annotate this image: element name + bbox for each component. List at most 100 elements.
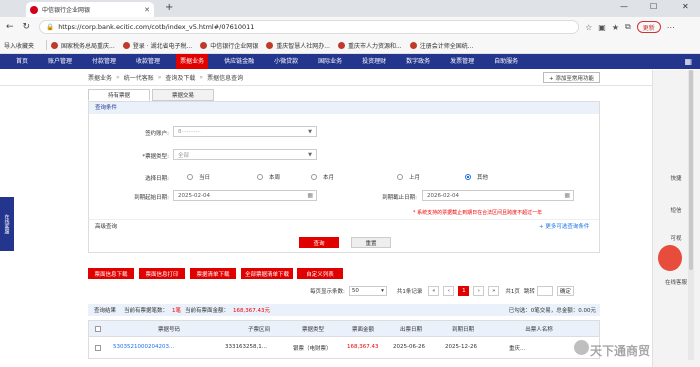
sms-link[interactable]: 短信 xyxy=(665,206,687,214)
minimize-icon[interactable]: — xyxy=(620,2,628,11)
radio-today[interactable]: 当日 xyxy=(187,173,210,181)
radio-circle xyxy=(187,174,193,180)
custom-list-button[interactable]: 自定义列表 xyxy=(297,268,343,279)
new-tab-icon[interactable]: + xyxy=(165,2,173,13)
nav-item-loans[interactable]: 小微贷款 xyxy=(270,54,302,69)
select-all-checkbox[interactable] xyxy=(95,326,101,332)
maximize-icon[interactable]: ☐ xyxy=(650,2,657,11)
browser-tab[interactable]: 中信银行企业网银 ✕ xyxy=(26,2,154,17)
service-link[interactable]: 在线客服 xyxy=(665,278,687,286)
total-pages: 共1页 xyxy=(505,289,520,295)
update-button[interactable]: 更新 xyxy=(636,21,661,33)
grid-menu-icon[interactable]: ▦ xyxy=(684,57,692,66)
type-select[interactable]: 全部 ▼ xyxy=(173,149,317,160)
mascot-icon[interactable] xyxy=(658,245,682,271)
col-bill-type[interactable]: 票据类型 xyxy=(289,325,337,333)
scrollbar-thumb[interactable] xyxy=(689,70,693,270)
bill-no-link[interactable]: 5303521000204203... xyxy=(113,344,174,350)
radio-week[interactable]: 本周 xyxy=(257,173,280,181)
bookmark-item[interactable]: 国家税务总局重庆... xyxy=(51,41,115,50)
nav-item-supply-chain[interactable]: 供应链金融 xyxy=(220,54,258,69)
add-shortcut-button[interactable]: + 添加至常用功能 xyxy=(543,72,600,83)
start-date-input[interactable]: 2025-02-04 ▦ xyxy=(173,190,317,201)
nav-item-accounts[interactable]: 账户管理 xyxy=(44,54,76,69)
start-date-value: 2025-02-04 xyxy=(178,192,210,199)
reset-button[interactable]: 重置 xyxy=(351,237,391,248)
col-issue-date[interactable]: 出票日期 xyxy=(389,325,433,333)
star-icon[interactable]: ☆ xyxy=(585,23,592,32)
first-page-button[interactable]: « xyxy=(428,286,440,296)
selected-summary: 已勾选：0笔交易，总金额：0.00元 xyxy=(508,308,596,314)
radio-other[interactable]: 其他 xyxy=(465,173,488,181)
bookmark-item[interactable]: 重庆市人力资源和... xyxy=(337,41,402,50)
download-bill-info-button[interactable]: 票面信息下载 xyxy=(88,268,134,279)
col-amount[interactable]: 票面金额 xyxy=(341,325,385,333)
bookmark-item[interactable]: 重庆智慧人社网办... xyxy=(266,41,330,50)
back-icon[interactable]: ← xyxy=(6,22,14,32)
tab-bill-trading[interactable]: 票据交易 xyxy=(152,89,214,101)
breadcrumb-item[interactable]: 查询及下载 xyxy=(165,73,195,82)
table-row[interactable]: 5303521000204203... 333163258,1... 银票（电财… xyxy=(88,337,600,359)
download-all-bills-button[interactable]: 全部票据清单下载 xyxy=(241,268,293,279)
radio-circle xyxy=(257,174,263,180)
more-conditions-link[interactable]: + 更多可选查询条件 xyxy=(539,222,589,230)
calendar-icon[interactable]: ▦ xyxy=(564,192,570,199)
favorites-icon[interactable]: ★ xyxy=(612,23,619,32)
download-bill-list-button[interactable]: 票据清单下载 xyxy=(190,268,236,279)
bookmark-import[interactable]: 导入收藏夹 xyxy=(4,41,34,50)
next-page-button[interactable]: › xyxy=(473,286,485,296)
chevron-down-icon: ▾ xyxy=(381,288,384,294)
row-checkbox[interactable] xyxy=(95,345,101,351)
more-icon[interactable]: ⋯ xyxy=(667,23,675,32)
close-window-icon[interactable]: ✕ xyxy=(682,2,689,11)
end-date-input[interactable]: 2026-02-04 ▦ xyxy=(422,190,574,201)
account-select[interactable]: 8··········· ▼ xyxy=(173,126,317,137)
split-icon[interactable]: ▣ xyxy=(598,23,606,32)
bookmark-item[interactable]: 登录 · 湖北省电子税... xyxy=(122,41,193,50)
nav-item-international[interactable]: 国际业务 xyxy=(314,54,346,69)
radio-month[interactable]: 本月 xyxy=(311,173,334,181)
prev-page-button[interactable]: ‹ xyxy=(443,286,455,296)
search-button[interactable]: 查询 xyxy=(299,237,339,248)
nav-item-payments[interactable]: 付款管理 xyxy=(88,54,120,69)
radio-last-month[interactable]: 上月 xyxy=(397,173,420,181)
col-sub-range[interactable]: 子票区间 xyxy=(229,325,289,333)
advanced-query-label[interactable]: 高级查询 xyxy=(95,222,117,230)
visual-link[interactable]: 可视 xyxy=(665,234,687,242)
quick-link[interactable]: 快捷 xyxy=(665,174,687,182)
col-bill-no[interactable]: 票据号码 xyxy=(129,325,209,333)
nav-item-invoice[interactable]: 发票管理 xyxy=(446,54,478,69)
nav-item-home[interactable]: 首页 xyxy=(12,54,32,69)
breadcrumb-item[interactable]: 票据业务 xyxy=(88,73,112,82)
bookmark-item[interactable]: 中信银行企业网银 xyxy=(200,41,258,50)
col-due-date[interactable]: 到期日期 xyxy=(441,325,485,333)
bookmark-label: 重庆市人力资源和... xyxy=(347,42,402,50)
calendar-icon[interactable]: ▦ xyxy=(307,192,313,199)
tab-held-bills[interactable]: 持有票据 xyxy=(88,89,150,101)
last-page-button[interactable]: » xyxy=(488,286,500,296)
per-page-select[interactable]: 50 ▾ xyxy=(348,286,387,296)
goto-page-input[interactable] xyxy=(536,286,553,296)
refresh-icon[interactable]: ↻ xyxy=(23,22,31,32)
radio-label: 本月 xyxy=(323,175,335,181)
chevron-down-icon: ▼ xyxy=(308,128,312,135)
print-bill-info-button[interactable]: 票面信息打印 xyxy=(139,268,185,279)
bookmark-item[interactable]: 注册会计师全国统... xyxy=(409,41,473,50)
nav-item-investment[interactable]: 投资理财 xyxy=(358,54,390,69)
page-1-button[interactable]: 1 xyxy=(458,286,470,296)
nav-item-bills[interactable]: 票据业务 xyxy=(176,54,209,69)
url-input[interactable]: 🔒 https://corp.bank.ecitic.com/cotb/inde… xyxy=(39,20,580,34)
bookmark-label: 登录 · 湖北省电子税... xyxy=(132,42,193,50)
nav-item-receipts[interactable]: 收款管理 xyxy=(132,54,164,69)
per-page-value: 50 xyxy=(351,288,359,294)
collections-icon[interactable]: ⧉ xyxy=(625,22,631,32)
go-button[interactable]: 确定 xyxy=(556,286,574,296)
nav-item-self-service[interactable]: 自助服务 xyxy=(490,54,522,69)
cell-issue-date: 2025-06-26 xyxy=(393,344,425,350)
close-tab-icon[interactable]: ✕ xyxy=(144,6,150,14)
scrollbar[interactable] xyxy=(688,70,694,360)
breadcrumb-item[interactable]: 统一代客账 xyxy=(124,73,154,82)
col-drawer[interactable]: 出票人名称 xyxy=(499,325,579,333)
online-service-tab[interactable]: 在线客服 xyxy=(0,197,14,251)
nav-item-gov[interactable]: 数字政务 xyxy=(402,54,434,69)
